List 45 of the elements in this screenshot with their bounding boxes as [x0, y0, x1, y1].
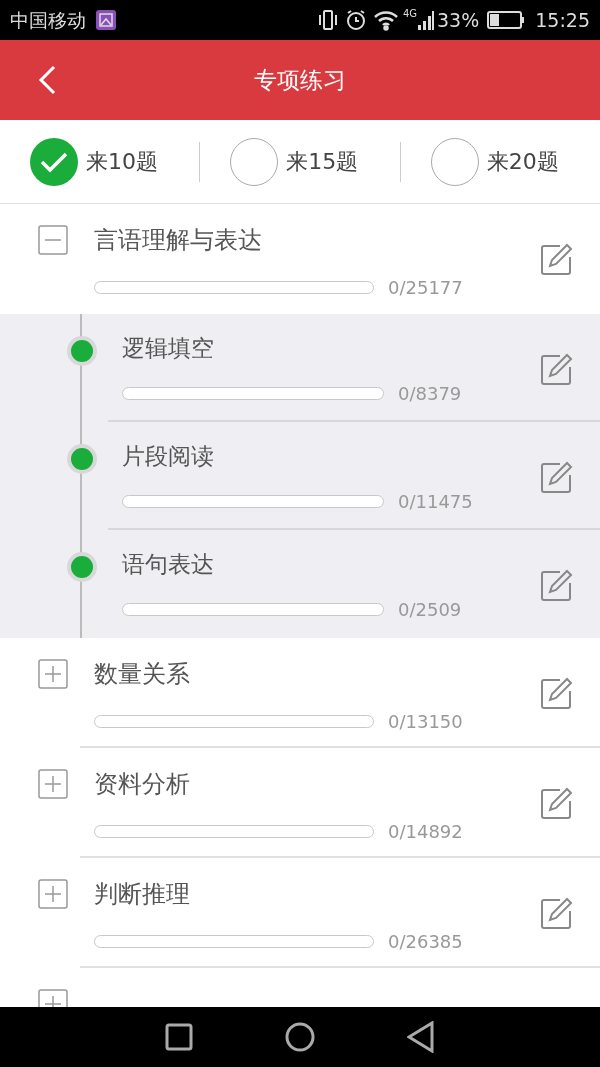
progress-count: 0/13150 [388, 710, 463, 734]
progress-count: 0/2509 [398, 598, 462, 622]
category-title[interactable]: 判断推理 [94, 876, 190, 912]
option-label: 来10题 [86, 148, 158, 176]
category-title[interactable]: 数量关系 [94, 656, 190, 692]
wifi-icon [372, 9, 399, 31]
edit-icon[interactable] [540, 786, 574, 820]
edit-icon[interactable] [540, 460, 574, 494]
clock-text: 15:25 [535, 7, 590, 33]
progress-count: 0/8379 [398, 382, 462, 406]
progress-count: 0/25177 [388, 276, 463, 300]
option-label: 来20题 [486, 148, 559, 176]
progress-count: 0/11475 [398, 490, 473, 514]
back-nav-icon[interactable] [406, 1021, 435, 1053]
home-icon[interactable] [284, 1021, 316, 1053]
carrier-text: 中国移动 [10, 7, 86, 33]
progress-count: 0/26385 [388, 930, 463, 954]
page-title: 专项练习 [254, 65, 346, 95]
battery-icon [487, 10, 526, 30]
vibrate-icon [316, 9, 339, 31]
progress-count: 0/14892 [388, 820, 463, 844]
collapse-icon[interactable] [38, 225, 68, 255]
battery-percent: 33% [437, 7, 480, 33]
alarm-icon [344, 9, 367, 31]
expand-icon[interactable] [38, 659, 68, 689]
image-icon [96, 10, 116, 30]
edit-icon[interactable] [540, 676, 574, 710]
expand-icon[interactable] [38, 879, 68, 909]
radio-button[interactable] [30, 137, 78, 186]
category-title[interactable]: 资料分析 [94, 766, 190, 802]
network-text: 4G [402, 7, 417, 21]
option-label: 来15题 [286, 148, 359, 176]
edit-icon[interactable] [540, 352, 574, 386]
subcategory-title[interactable]: 语句表达 [122, 546, 214, 582]
recent-apps-icon[interactable] [165, 1023, 194, 1051]
subcategory-title[interactable]: 片段阅读 [122, 438, 214, 474]
edit-icon[interactable] [540, 568, 574, 602]
subcategory-title[interactable]: 逻辑填空 [122, 330, 214, 366]
signal-icon [417, 9, 435, 31]
expand-icon[interactable] [38, 769, 68, 799]
back-icon[interactable] [36, 65, 58, 95]
check-icon [40, 150, 68, 173]
category-title[interactable]: 言语理解与表达 [94, 222, 262, 258]
edit-icon[interactable] [540, 242, 574, 276]
edit-icon[interactable] [540, 896, 574, 930]
